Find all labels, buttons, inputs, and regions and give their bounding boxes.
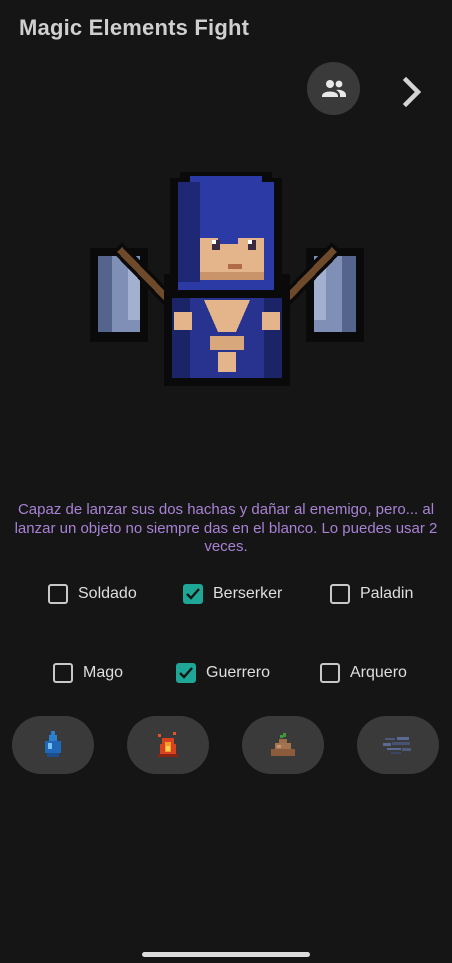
check-icon <box>179 667 193 679</box>
chevron-right-icon <box>402 77 422 107</box>
fire-icon <box>158 732 178 757</box>
checkbox-soldado[interactable]: Soldado <box>48 584 137 604</box>
class-row-1: Soldado Berserker Paladin <box>0 580 452 610</box>
screen: Magic Elements Fight Capaz de lanzar sus… <box>0 0 452 963</box>
character-description: Capaz de lanzar sus dos hachas y dañar a… <box>14 501 438 555</box>
check-icon <box>186 588 200 600</box>
checkbox-label: Berserker <box>213 585 283 602</box>
checkbox-label: Paladin <box>360 585 414 602</box>
checkbox-guerrero[interactable]: Guerrero <box>176 663 270 683</box>
checkbox-box-checked[interactable] <box>176 663 196 683</box>
element-button-air[interactable] <box>357 716 439 774</box>
checkbox-arquero[interactable]: Arquero <box>320 663 407 683</box>
checkbox-box-checked[interactable] <box>183 584 203 604</box>
wind-icon <box>383 737 411 754</box>
element-button-fire[interactable] <box>127 716 209 774</box>
checkbox-box[interactable] <box>53 663 73 683</box>
group-button[interactable] <box>307 62 360 115</box>
checkbox-box[interactable] <box>48 584 68 604</box>
gesture-navigation-bar[interactable] <box>142 952 310 957</box>
element-button-water[interactable] <box>12 716 94 774</box>
next-button[interactable] <box>392 72 432 112</box>
character-portrait <box>86 172 368 390</box>
checkbox-label: Arquero <box>350 664 407 681</box>
checkbox-label: Guerrero <box>206 664 271 681</box>
checkbox-box[interactable] <box>330 584 350 604</box>
checkbox-mago[interactable]: Mago <box>53 663 123 683</box>
element-button-earth[interactable] <box>242 716 324 774</box>
water-drop-icon <box>45 731 61 757</box>
checkbox-berserker[interactable]: Berserker <box>183 584 282 604</box>
class-row-2: Mago Guerrero Arquero <box>0 659 452 689</box>
checkbox-box[interactable] <box>320 663 340 683</box>
group-icon <box>321 79 346 97</box>
app-title: Magic Elements Fight <box>19 15 250 40</box>
checkbox-paladin[interactable]: Paladin <box>330 584 413 604</box>
checkbox-label: Soldado <box>78 585 137 602</box>
checkbox-label: Mago <box>83 664 124 681</box>
earth-mound-icon <box>271 733 295 756</box>
